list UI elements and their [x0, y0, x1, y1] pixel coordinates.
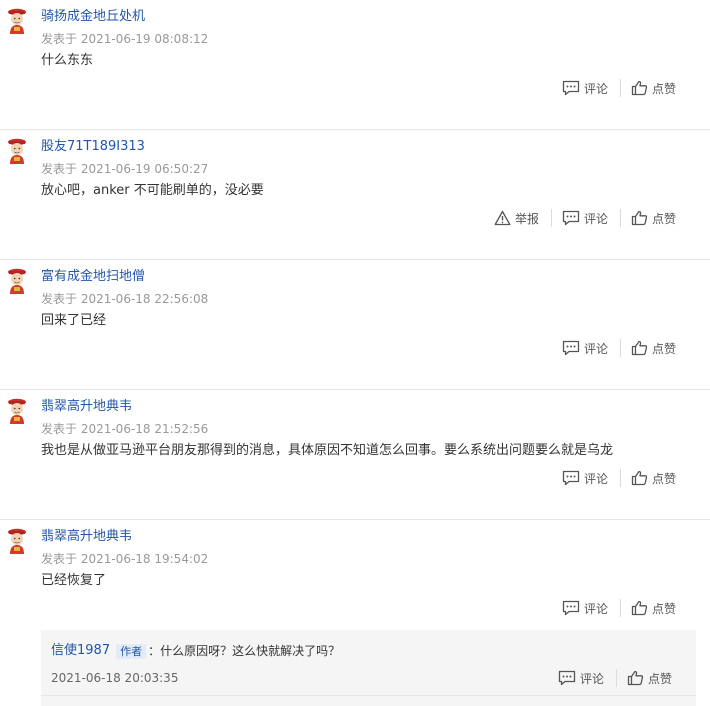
reply-box: 信使1987 作者 ：什么原因呀？这么快就解决了吗？ 2021-06-18 20… [41, 630, 696, 706]
comment-button-label: 评论 [583, 341, 608, 356]
reply-like-button[interactable]: 点赞 [627, 670, 672, 687]
comment-button-label: 评论 [583, 471, 608, 486]
comment-bubble-icon [562, 470, 580, 486]
reply-comment-button[interactable]: 评论 [558, 670, 604, 687]
reply-like-label: 点赞 [647, 671, 672, 686]
reply-username[interactable]: 信使1987 [51, 642, 110, 660]
comment-username[interactable]: 富有成金地扫地僧 [41, 268, 145, 286]
reply-timestamp: 2021-06-18 20:03:35 [51, 671, 179, 685]
action-divider [619, 469, 621, 487]
fortune-god-avatar-icon[interactable] [6, 138, 28, 164]
comment-item: 富有成金地扫地僧 发表于 2021-06-18 22:56:08 回来了已经 评… [0, 260, 710, 390]
like-button[interactable]: 点赞 [631, 340, 676, 357]
comment-username[interactable]: 翡翠高升地典韦 [41, 398, 132, 416]
comment-bubble-icon [562, 80, 580, 96]
thumbs-up-icon [631, 340, 648, 356]
comment-button[interactable]: 评论 [562, 340, 608, 357]
like-button-label: 点赞 [651, 81, 676, 96]
comment-timestamp: 发表于 2021-06-18 19:54:02 [41, 552, 209, 566]
reply-content: ：什么原因呀？这么快就解决了吗？ [148, 644, 341, 658]
reply-divider [41, 695, 696, 696]
like-button[interactable]: 点赞 [631, 470, 676, 487]
comment-button[interactable]: 评论 [562, 470, 608, 487]
comment-bubble-icon [562, 340, 580, 356]
report-button[interactable]: 举报 [494, 210, 539, 227]
thumbs-up-icon [627, 670, 644, 686]
comment-actions: 评论 点赞 [562, 468, 676, 488]
reply-comment-label: 评论 [579, 671, 604, 686]
thumbs-up-icon [631, 210, 648, 226]
warning-triangle-icon [494, 210, 511, 226]
reply-actions: 评论 点赞 [558, 668, 672, 688]
fortune-god-avatar-icon[interactable] [6, 528, 28, 554]
action-divider [550, 209, 552, 227]
comment-item: 骑扬成金地丘处机 发表于 2021-06-19 08:08:12 什么东东 评论… [0, 0, 710, 130]
action-divider [615, 669, 617, 687]
author-badge: 作者 [116, 643, 147, 659]
comment-content: 我也是从做亚马逊平台朋友那得到的消息，具体原因不知道怎么回事。要么系统出问题要么… [41, 443, 614, 458]
comment-button[interactable]: 评论 [562, 80, 608, 97]
comment-content: 回来了已经 [41, 313, 107, 328]
comment-content: 什么东东 [41, 53, 94, 68]
comment-actions: 评论 点赞 [562, 338, 676, 358]
thumbs-up-icon [631, 470, 648, 486]
comment-actions: 举报 评论 点赞 [494, 208, 676, 228]
comment-button-label: 评论 [583, 211, 608, 226]
like-button-label: 点赞 [651, 341, 676, 356]
comment-content: 已经恢复了 [41, 573, 107, 588]
comment-timestamp: 发表于 2021-06-18 21:52:56 [41, 422, 209, 436]
like-button-label: 点赞 [651, 471, 676, 486]
comment-content: 放心吧，anker 不可能刷单的，没必要 [41, 183, 264, 198]
fortune-god-avatar-icon[interactable] [6, 268, 28, 294]
like-button[interactable]: 点赞 [631, 600, 676, 617]
action-divider [619, 339, 621, 357]
comment-timestamp: 发表于 2021-06-19 08:08:12 [41, 32, 209, 46]
comment-bubble-icon [562, 600, 580, 616]
action-divider [619, 209, 621, 227]
comment-bubble-icon [562, 210, 580, 226]
comment-username[interactable]: 骑扬成金地丘处机 [41, 8, 145, 26]
fortune-god-avatar-icon[interactable] [6, 8, 28, 34]
comment-username[interactable]: 股友71T189I313 [41, 138, 145, 156]
report-button-label: 举报 [514, 211, 539, 226]
comment-button-label: 评论 [583, 601, 608, 616]
comment-button[interactable]: 评论 [562, 210, 608, 227]
comment-actions: 评论 点赞 [562, 598, 676, 618]
comment-button[interactable]: 评论 [562, 600, 608, 617]
comment-item: 翡翠高升地典韦 发表于 2021-06-18 21:52:56 我也是从做亚马逊… [0, 390, 710, 520]
action-divider [619, 79, 621, 97]
reply-line: 信使1987 作者 ：什么原因呀？这么快就解决了吗？ [51, 642, 340, 660]
fortune-god-avatar-icon[interactable] [6, 398, 28, 424]
like-button-label: 点赞 [651, 211, 676, 226]
thumbs-up-icon [631, 80, 648, 96]
like-button-label: 点赞 [651, 601, 676, 616]
comment-timestamp: 发表于 2021-06-19 06:50:27 [41, 162, 209, 176]
comment-button-label: 评论 [583, 81, 608, 96]
comment-bubble-icon [558, 670, 576, 686]
comment-item: 股友71T189I313 发表于 2021-06-19 06:50:27 放心吧… [0, 130, 710, 260]
action-divider [619, 599, 621, 617]
comment-actions: 评论 点赞 [562, 78, 676, 98]
thumbs-up-icon [631, 600, 648, 616]
like-button[interactable]: 点赞 [631, 210, 676, 227]
like-button[interactable]: 点赞 [631, 80, 676, 97]
comment-timestamp: 发表于 2021-06-18 22:56:08 [41, 292, 209, 306]
comment-username[interactable]: 翡翠高升地典韦 [41, 528, 132, 546]
